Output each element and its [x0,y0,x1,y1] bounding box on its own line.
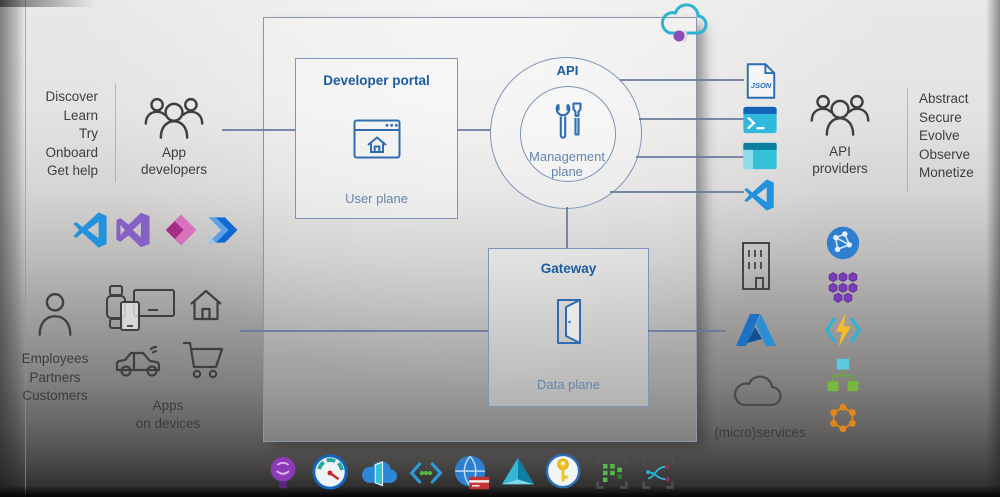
activity-item: Get help [46,163,98,178]
code-dots-icon [407,455,445,491]
activity-item: Abstract [919,91,969,106]
phone-icon [119,300,141,332]
gateway-box: Gateway Data plane [488,248,649,407]
json-file-text: JSON [751,81,772,90]
visual-studio-icon [115,212,151,248]
json-file-icon: JSON [746,62,776,100]
activity-item: Try [79,126,98,141]
connector-apps-gateway [240,330,488,332]
left-edge-shade [0,0,26,497]
connector-api-terminal [639,118,744,120]
lightbulb-icon [264,453,302,493]
event-flow-icon [639,455,677,491]
terminal-icon [742,106,778,134]
apps-on-devices-label: Apps on devices [135,398,201,431]
globe-payment-icon [452,453,492,493]
azure-icon [734,312,778,348]
provider-activities-list: Abstract Secure Evolve Observe Monetize [919,90,995,183]
activity-item: Monetize [919,165,974,180]
developer-portal-title: Developer portal [323,73,430,88]
org-chart-icon [825,356,861,394]
connector-appdev-portal [222,129,295,131]
activity-item: Evolve [919,128,960,143]
api-management-architecture-diagram: Developer portal User plane API Manageme… [0,0,1000,497]
building-icon [735,240,777,292]
connected-car-icon [113,340,165,380]
pipeline-nodes-icon [593,455,631,491]
service-fabric-icon [825,269,861,305]
house-icon [188,287,224,323]
consumer-activities-list: Discover Learn Try Onboard Get help [22,88,98,181]
connector-api-gateway [566,207,568,248]
connector-api-vscode [610,191,744,193]
activity-item: Learn [63,107,98,123]
connector-api-window [636,156,744,158]
app-developers-label: App developers [140,145,208,177]
activity-item: Observe [919,146,971,162]
gauge-icon [311,453,349,491]
power-automate-icon [206,212,242,248]
cloud-gateway-icon [359,453,397,491]
activity-item: Secure [919,109,962,125]
person-icon [37,290,73,338]
api-title: API [556,63,579,78]
gateway-title: Gateway [540,261,597,276]
management-plane-label: Management plane [529,149,605,179]
data-plane-label: Data plane [537,377,600,392]
left-divider [115,84,116,182]
connector-portal-api [457,129,490,131]
api-providers-icon [809,91,871,137]
developer-portal-box: Developer portal User plane [295,58,458,219]
app-window-icon [742,142,778,170]
microservices-label: (micro)services [714,425,806,440]
connector-api-json [620,79,744,81]
user-plane-label: User plane [345,191,408,206]
activity-item: Discover [45,89,98,104]
right-edge-shade [986,0,1000,497]
app-developers-icon [143,94,205,140]
vscode-icon [742,179,776,211]
browser-home-icon [353,119,401,159]
door-icon [550,297,588,347]
tools-icon [549,100,585,142]
globe-network-icon [825,225,861,261]
activity-item: Onboard [45,144,98,160]
molecule-icon [825,399,861,437]
audience-label: Employees Partners Customers [21,351,89,403]
functions-icon [823,312,863,348]
power-apps-icon [163,212,199,248]
top-left-edge-shade [0,0,95,7]
microservices-cloud-icon [729,372,785,410]
connector-gateway-azure [648,330,726,332]
cloud-icon [655,0,713,44]
right-divider [907,88,908,192]
api-providers-label: API providers [812,144,868,176]
key-icon [544,452,582,490]
pyramid-icon [499,455,537,489]
shopping-cart-icon [180,338,226,382]
vscode-icon [72,212,108,248]
